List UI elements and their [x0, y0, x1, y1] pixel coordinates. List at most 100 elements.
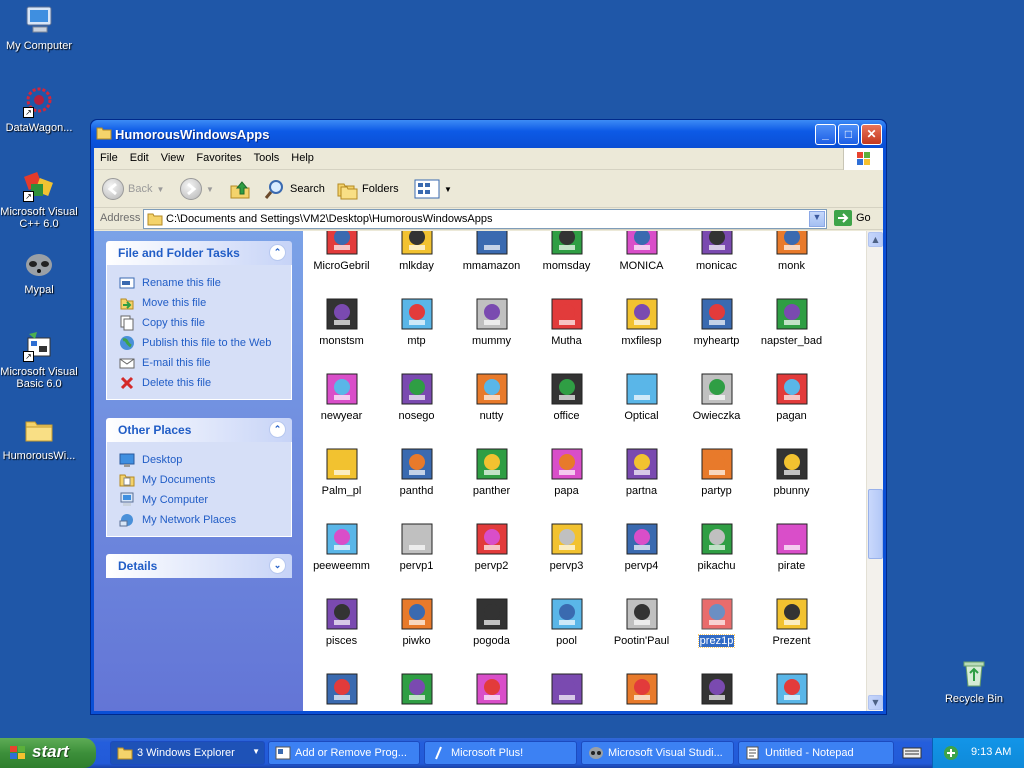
file-item[interactable]: prez1p	[679, 598, 754, 648]
file-item[interactable]: Optical	[604, 373, 679, 422]
file-item[interactable]: momsday	[529, 231, 604, 272]
file-item[interactable]: pikachu	[679, 523, 754, 572]
file-item[interactable]	[754, 673, 829, 711]
file-item[interactable]: pervp2	[454, 523, 529, 572]
file-item[interactable]: pervp1	[379, 523, 454, 572]
file-item[interactable]: pervp3	[529, 523, 604, 572]
menu-favorites[interactable]: Favorites	[190, 148, 247, 164]
panel-header[interactable]: Other Places ⌃	[106, 418, 292, 442]
file-item[interactable]: pirate	[754, 523, 829, 572]
menu-view[interactable]: View	[155, 148, 191, 164]
taskbar-item-explorer[interactable]: 3 Windows Explorer ▼	[110, 741, 265, 765]
clock[interactable]: 9:13 AM	[971, 746, 1011, 758]
desktop-icon-visual-basic[interactable]: ↗ Microsoft Visual Basic 6.0	[0, 330, 80, 390]
menu-tools[interactable]: Tools	[248, 148, 286, 164]
publish-web-link[interactable]: Publish this file to the Web	[119, 333, 291, 353]
copy-file-link[interactable]: Copy this file	[119, 313, 291, 333]
desktop-icon-visual-cpp[interactable]: ↗ Microsoft Visual C++ 6.0	[0, 170, 80, 230]
file-item[interactable]: mlkday	[379, 231, 454, 272]
forward-button[interactable]: ▼	[180, 178, 214, 200]
desktop-icon-humorous-folder[interactable]: HumorousWi...	[0, 414, 80, 462]
views-button[interactable]: ▼	[414, 178, 452, 200]
file-item[interactable]: partna	[604, 448, 679, 497]
network-tray-icon[interactable]	[943, 745, 959, 764]
file-item[interactable]: MONICA	[604, 231, 679, 272]
go-button[interactable]: Go	[834, 210, 871, 226]
file-item[interactable]	[304, 673, 379, 711]
my-computer-link[interactable]: My Computer	[119, 490, 291, 510]
email-file-link[interactable]: E-mail this file	[119, 353, 291, 373]
close-button[interactable]: ✕	[861, 124, 882, 145]
scroll-down-button[interactable]: ▼	[868, 695, 883, 710]
file-item[interactable]: Prezent	[754, 598, 829, 647]
scroll-up-button[interactable]: ▲	[868, 232, 883, 247]
taskbar-item-notepad[interactable]: Untitled - Notepad	[738, 741, 894, 765]
vertical-scrollbar[interactable]: ▲ ▼	[866, 231, 883, 711]
file-item[interactable]	[529, 673, 604, 711]
menu-edit[interactable]: Edit	[124, 148, 155, 164]
collapse-icon[interactable]: ⌃	[269, 244, 286, 261]
file-item[interactable]: partyp	[679, 448, 754, 497]
up-folder-button[interactable]	[229, 178, 251, 200]
move-file-link[interactable]: Move this file	[119, 293, 291, 313]
file-item[interactable]: MicroGebril	[304, 231, 379, 272]
taskbar-item-microsoft-plus[interactable]: Microsoft Plus!	[424, 741, 577, 765]
file-item[interactable]: office	[529, 373, 604, 422]
file-item[interactable]: nutty	[454, 373, 529, 422]
file-item[interactable]	[454, 673, 529, 711]
desktop-icon-my-computer[interactable]: My Computer	[0, 4, 80, 52]
folders-button[interactable]: Folders	[336, 178, 399, 200]
file-item[interactable]: mxfilesp	[604, 298, 679, 347]
back-button[interactable]: Back ▼	[102, 178, 164, 200]
panel-header[interactable]: File and Folder Tasks ⌃	[106, 241, 292, 265]
file-item[interactable]: mummy	[454, 298, 529, 347]
desktop-icon-recycle-bin[interactable]: Recycle Bin	[933, 657, 1015, 705]
file-item[interactable]	[379, 673, 454, 711]
file-item[interactable]: pagan	[754, 373, 829, 422]
file-item[interactable]: mmamazon	[454, 231, 529, 272]
taskbar-item-add-remove[interactable]: Add or Remove Prog...	[268, 741, 420, 765]
file-item[interactable]: Owieczka	[679, 373, 754, 422]
file-item[interactable]: panther	[454, 448, 529, 497]
file-item[interactable]	[679, 673, 754, 711]
file-item[interactable]: monstsm	[304, 298, 379, 347]
my-documents-link[interactable]: My Documents	[119, 470, 291, 490]
keyboard-icon[interactable]	[902, 745, 922, 764]
file-item[interactable]	[604, 673, 679, 711]
desktop-link[interactable]: Desktop	[119, 450, 291, 470]
collapse-icon[interactable]: ⌃	[269, 421, 286, 438]
start-button[interactable]: start	[0, 738, 96, 768]
minimize-button[interactable]: _	[815, 124, 836, 145]
file-item[interactable]: monicac	[679, 231, 754, 272]
scroll-thumb[interactable]	[868, 489, 883, 559]
file-item[interactable]: napster_bad	[754, 298, 829, 347]
file-item[interactable]: piwko	[379, 598, 454, 647]
file-item[interactable]: myheartp	[679, 298, 754, 347]
file-item[interactable]: nosego	[379, 373, 454, 422]
expand-icon[interactable]: ⌄	[269, 557, 286, 574]
file-item[interactable]: pervp4	[604, 523, 679, 572]
desktop-icon-datawagon[interactable]: ↗ DataWagon...	[0, 86, 80, 134]
panel-header[interactable]: Details ⌄	[106, 554, 292, 578]
file-item[interactable]: Pootin'Paul	[604, 598, 679, 647]
taskbar-item-visual-studio[interactable]: Microsoft Visual Studi...	[581, 741, 734, 765]
file-item[interactable]: pisces	[304, 598, 379, 647]
file-item[interactable]: peeweemm	[304, 523, 379, 572]
file-item[interactable]: mtp	[379, 298, 454, 347]
rename-file-link[interactable]: Rename this file	[119, 273, 291, 293]
search-button[interactable]: Search	[264, 178, 325, 200]
menu-file[interactable]: File	[94, 148, 124, 164]
my-network-places-link[interactable]: My Network Places	[119, 510, 291, 530]
address-dropdown-button[interactable]: ▼	[809, 211, 825, 227]
file-item[interactable]: pbunny	[754, 448, 829, 497]
file-item[interactable]: papa	[529, 448, 604, 497]
delete-file-link[interactable]: Delete this file	[119, 373, 291, 393]
file-item[interactable]: Mutha	[529, 298, 604, 347]
file-item[interactable]: newyear	[304, 373, 379, 422]
address-input[interactable]: C:\Documents and Settings\VM2\Desktop\Hu…	[143, 209, 827, 229]
file-item[interactable]: Palm_pl	[304, 448, 379, 497]
file-item[interactable]: pogoda	[454, 598, 529, 647]
file-item[interactable]: panthd	[379, 448, 454, 497]
file-item[interactable]: pool	[529, 598, 604, 647]
desktop-icon-mypal[interactable]: Mypal	[0, 248, 80, 296]
